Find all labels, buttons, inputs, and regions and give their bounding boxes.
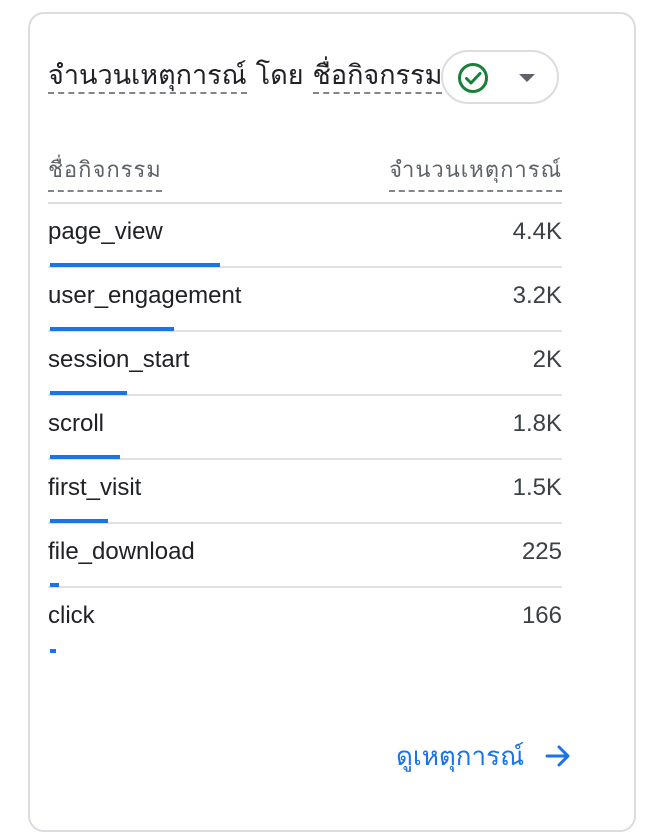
column-header-event-count[interactable]: จำนวนเหตุการณ์ xyxy=(389,152,562,192)
event-bar xyxy=(50,583,59,587)
event-bar xyxy=(50,649,56,653)
event-name: user_engagement xyxy=(48,282,242,309)
status-dropdown-button[interactable] xyxy=(441,50,559,104)
event-name: click xyxy=(48,602,95,629)
card-header: จำนวนเหตุการณ์ โดย ชื่อกิจกรรม xyxy=(48,48,560,104)
event-bar xyxy=(50,519,108,523)
event-name: file_download xyxy=(48,538,195,565)
event-count: 4.4K xyxy=(512,218,562,245)
event-name: page_view xyxy=(48,218,163,245)
table-header: ชื่อกิจกรรม จำนวนเหตุการณ์ xyxy=(48,150,562,204)
table-row[interactable]: first_visit 1.5K xyxy=(48,460,562,524)
event-count: 1.8K xyxy=(512,410,562,437)
event-bar xyxy=(50,327,174,331)
title-metric[interactable]: จำนวนเหตุการณ์ xyxy=(48,60,247,94)
table-row[interactable]: page_view 4.4K xyxy=(48,204,562,268)
table-row[interactable]: file_download 225 xyxy=(48,524,562,588)
card-title: จำนวนเหตุการณ์ โดย ชื่อกิจกรรม xyxy=(48,58,443,94)
chevron-down-icon xyxy=(519,74,535,82)
table-row[interactable]: scroll 1.8K xyxy=(48,396,562,460)
event-bar xyxy=(50,263,220,267)
check-circle-icon xyxy=(458,63,488,93)
event-bar xyxy=(50,455,120,459)
table-row[interactable]: click 166 xyxy=(48,588,562,653)
event-count: 225 xyxy=(521,538,562,565)
table-row[interactable]: user_engagement 3.2K xyxy=(48,268,562,332)
title-dimension[interactable]: ชื่อกิจกรรม xyxy=(312,60,443,94)
title-by: โดย xyxy=(255,60,304,90)
event-count: 3.2K xyxy=(512,282,562,309)
event-table: page_view 4.4K user_engagement 3.2K sess… xyxy=(48,204,562,653)
column-header-event-name[interactable]: ชื่อกิจกรรม xyxy=(48,152,162,192)
event-count: 2K xyxy=(532,346,562,373)
event-count: 1.5K xyxy=(512,474,562,501)
arrow-right-icon xyxy=(545,745,570,767)
event-name: scroll xyxy=(48,410,105,437)
view-events-link[interactable]: ดูเหตุการณ์ xyxy=(396,736,572,776)
table-row[interactable]: session_start 2K xyxy=(48,332,562,396)
event-bar xyxy=(50,391,127,395)
event-name: session_start xyxy=(48,346,190,373)
event-name: first_visit xyxy=(48,474,142,501)
view-events-label: ดูเหตุการณ์ xyxy=(396,740,525,771)
event-count: 166 xyxy=(521,602,562,629)
